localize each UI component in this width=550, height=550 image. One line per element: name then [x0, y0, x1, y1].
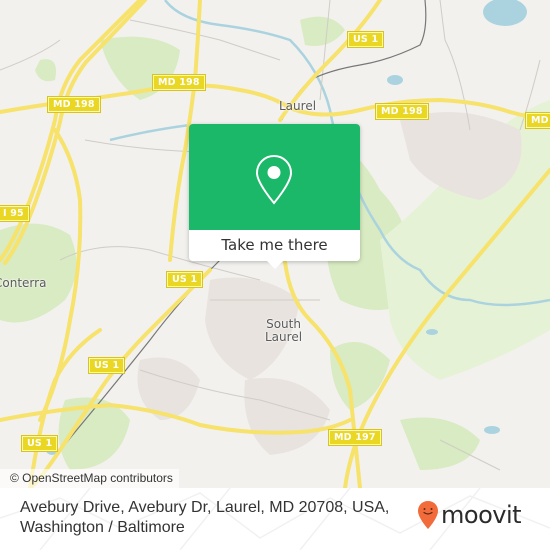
- road-shield-us1-southwest: US 1: [87, 357, 126, 374]
- road-shield-md198-laurel: MD 198: [375, 103, 429, 120]
- road-shield-i95: I 95: [0, 205, 30, 222]
- moovit-wordmark: moovit: [441, 501, 522, 529]
- place-label-conterra: Conterra: [0, 276, 47, 290]
- road-shield-md198-west: MD 198: [47, 96, 101, 113]
- place-label-south-laurel: South Laurel: [265, 318, 302, 344]
- road-shield-us1-south: US 1: [20, 435, 59, 452]
- address-line-2: Washington / Baltimore: [20, 519, 185, 536]
- place-label-laurel-2: Laurel: [265, 330, 303, 344]
- road-shield-md198-center: MD 198: [152, 74, 206, 91]
- map-view[interactable]: Laurel Conterra South Laurel MD 198 MD 1…: [0, 0, 550, 488]
- road-shield-us1-center: US 1: [165, 271, 204, 288]
- place-label-south: South: [266, 317, 301, 331]
- place-label-laurel: Laurel: [279, 99, 317, 113]
- popup-pointer: [267, 261, 283, 269]
- address-line-1: Avebury Drive, Avebury Dr, Laurel, MD 20…: [20, 499, 390, 516]
- map-attribution[interactable]: © OpenStreetMap contributors: [0, 469, 179, 488]
- location-pin-icon: [255, 154, 293, 205]
- take-me-there-button[interactable]: Take me there: [189, 230, 360, 261]
- moovit-logo[interactable]: moovit: [417, 498, 522, 532]
- moovit-pin-icon: [418, 501, 438, 529]
- address-text: Avebury Drive, Avebury Dr, Laurel, MD 20…: [20, 498, 420, 538]
- road-shield-md198-east: MD 198: [525, 112, 550, 129]
- footer: Avebury Drive, Avebury Dr, Laurel, MD 20…: [0, 488, 550, 550]
- location-popup: Take me there: [189, 124, 360, 269]
- road-shield-md197: MD 197: [328, 429, 382, 446]
- road-shield-us1-north: US 1: [346, 31, 385, 48]
- popup-header: [189, 124, 360, 230]
